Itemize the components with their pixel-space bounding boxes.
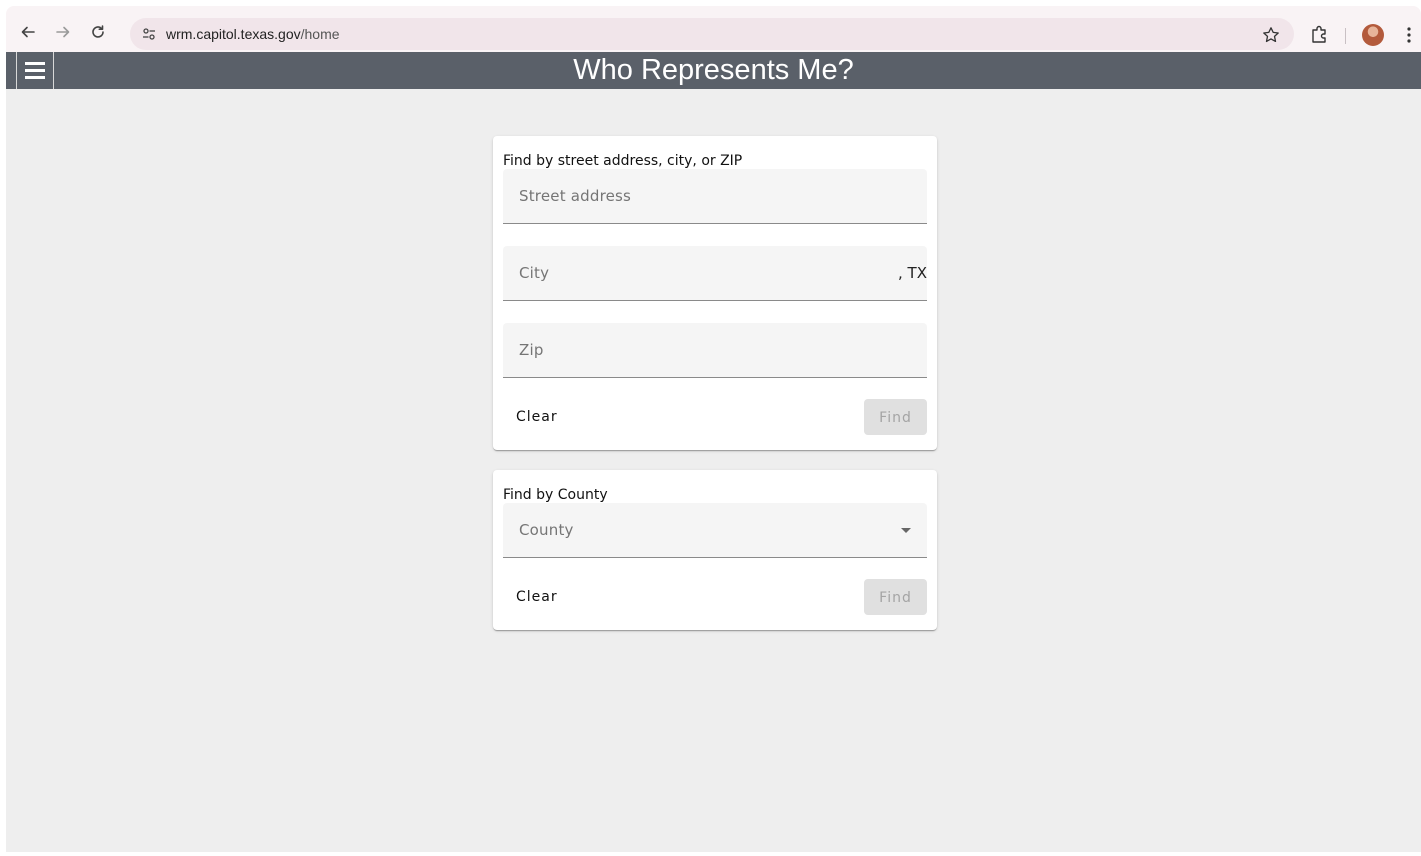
street-address-input[interactable]: Street address (503, 169, 927, 224)
address-clear-button[interactable]: Clear (505, 399, 569, 435)
address-bar[interactable]: wrm.capitol.texas.gov/home (130, 18, 1294, 50)
county-select[interactable]: County (503, 503, 927, 558)
url-path: /home (300, 26, 340, 42)
avatar[interactable] (1362, 24, 1384, 46)
reload-button[interactable] (86, 20, 110, 44)
address-find-button[interactable]: Find (864, 399, 927, 435)
address-search-card: Find by street address, city, or ZIP Str… (493, 136, 937, 450)
bookmark-button[interactable] (1260, 24, 1282, 46)
zip-placeholder: Zip (519, 341, 544, 359)
extensions-button[interactable] (1310, 24, 1332, 46)
street-address-placeholder: Street address (519, 187, 632, 205)
arrow-left-icon (21, 26, 35, 38)
menu-button[interactable] (16, 52, 54, 89)
city-input[interactable]: City , TX (503, 246, 927, 301)
arrow-right-icon (56, 26, 70, 38)
main-content: Find by street address, city, or ZIP Str… (6, 89, 1421, 852)
browser-omnibox-row: wrm.capitol.texas.gov/home (6, 6, 1421, 52)
hamburger-icon (25, 62, 45, 65)
browser-toolbar: wrm.capitol.texas.gov/home (0, 0, 1421, 54)
county-clear-button[interactable]: Clear (505, 579, 569, 615)
forward-button[interactable] (51, 20, 75, 44)
url-text: wrm.capitol.texas.gov/home (166, 26, 340, 42)
county-find-button[interactable]: Find (864, 579, 927, 615)
back-button[interactable] (16, 20, 40, 44)
county-search-card: Find by County County Clear Find (493, 470, 937, 630)
star-icon (1263, 27, 1279, 43)
puzzle-icon (1312, 25, 1326, 43)
county-search-title: Find by County (503, 487, 608, 503)
county-placeholder: County (519, 521, 574, 539)
page-title: Who Represents Me? (573, 54, 854, 86)
caret-down-icon (901, 528, 911, 533)
state-suffix: , TX (898, 264, 927, 282)
reload-icon (92, 25, 104, 38)
zip-input[interactable]: Zip (503, 323, 927, 378)
tune-icon[interactable] (140, 25, 158, 43)
kebab-menu-icon (1407, 27, 1411, 43)
browser-menu-button[interactable] (1398, 24, 1420, 46)
toolbar-divider (1345, 28, 1346, 44)
address-search-title: Find by street address, city, or ZIP (503, 153, 743, 169)
city-placeholder: City (519, 264, 550, 282)
app-toolbar: Who Represents Me? (6, 52, 1421, 89)
url-domain: wrm.capitol.texas.gov (166, 26, 301, 42)
